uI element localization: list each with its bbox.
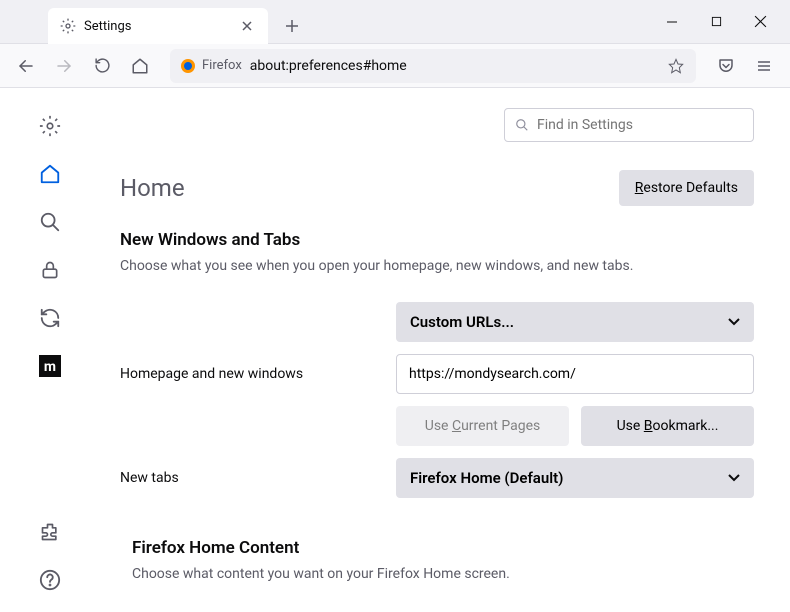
bookmark-star-icon[interactable]: [666, 56, 686, 76]
newtabs-mode-select[interactable]: Firefox Home (Default): [396, 458, 754, 498]
home-button[interactable]: [124, 50, 156, 82]
homepage-label: Homepage and new windows: [120, 366, 380, 382]
sidebar-item-home[interactable]: [34, 158, 66, 190]
use-current-pages-button[interactable]: Use Current Pages: [396, 406, 569, 446]
homepage-mode-value: Custom URLs...: [410, 313, 514, 331]
navigation-toolbar: Firefox about:preferences#home: [0, 44, 790, 88]
gear-icon: [60, 18, 76, 34]
newtabs-mode-value: Firefox Home (Default): [410, 469, 563, 487]
app-menu-button[interactable]: [748, 50, 780, 82]
sidebar-item-more[interactable]: m: [34, 350, 66, 382]
url-brand-text: Firefox: [202, 58, 242, 73]
sidebar-item-general[interactable]: [34, 110, 66, 142]
sidebar-item-extensions[interactable]: [34, 516, 66, 548]
sidebar-item-help[interactable]: [34, 564, 66, 596]
browser-tab-settings[interactable]: Settings: [48, 8, 268, 44]
back-button[interactable]: [10, 50, 42, 82]
window-minimize-button[interactable]: [650, 0, 694, 44]
window-close-button[interactable]: [738, 0, 782, 44]
homepage-mode-select[interactable]: Custom URLs...: [396, 302, 754, 342]
tab-title: Settings: [84, 19, 230, 34]
section-subtext-home-content: Choose what content you want on your Fir…: [132, 566, 754, 582]
find-settings-field[interactable]: [537, 117, 743, 133]
section-title-home-content: Firefox Home Content: [132, 538, 754, 558]
chevron-down-icon: [728, 318, 740, 326]
page-title: Home: [120, 174, 185, 202]
url-text: about:preferences#home: [250, 58, 658, 74]
svg-text:m: m: [44, 359, 56, 375]
titlebar: Settings: [0, 0, 790, 44]
sidebar-item-sync[interactable]: [34, 302, 66, 334]
newtabs-label: New tabs: [120, 470, 380, 486]
forward-button[interactable]: [48, 50, 80, 82]
window-maximize-button[interactable]: [694, 0, 738, 44]
url-identity: Firefox: [180, 58, 242, 74]
section-title-windows-tabs: New Windows and Tabs: [120, 230, 754, 250]
settings-sidebar: m: [0, 88, 100, 612]
use-bookmark-button[interactable]: Use Bookmark...: [581, 406, 754, 446]
pocket-button[interactable]: [710, 50, 742, 82]
settings-main: Home Restore Defaults New Windows and Ta…: [100, 88, 790, 612]
url-bar[interactable]: Firefox about:preferences#home: [170, 49, 696, 83]
section-subtext-windows-tabs: Choose what you see when you open your h…: [120, 258, 754, 274]
search-icon: [515, 118, 529, 132]
firefox-logo-icon: [180, 58, 196, 74]
sidebar-item-search[interactable]: [34, 206, 66, 238]
chevron-down-icon: [728, 474, 740, 482]
find-settings-input[interactable]: [504, 108, 754, 142]
restore-defaults-button[interactable]: Restore Defaults: [619, 170, 754, 206]
homepage-url-input[interactable]: [396, 354, 754, 394]
window-controls: [650, 0, 790, 43]
close-tab-button[interactable]: [238, 17, 256, 35]
reload-button[interactable]: [86, 50, 118, 82]
sidebar-item-privacy[interactable]: [34, 254, 66, 286]
new-tab-button[interactable]: [278, 12, 306, 40]
